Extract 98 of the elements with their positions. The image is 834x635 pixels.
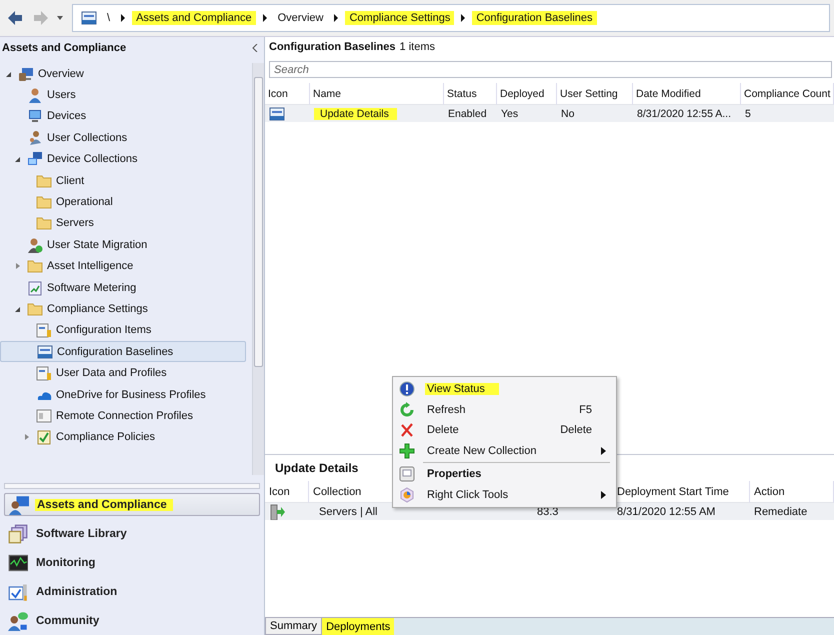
user-icon xyxy=(27,236,43,253)
user-computer-icon xyxy=(9,494,29,514)
document-icon xyxy=(81,10,97,26)
column-header[interactable]: Action xyxy=(750,481,834,503)
table-cell: Servers | All xyxy=(319,506,378,518)
details-title: Update Details xyxy=(274,460,360,477)
dropdown-icon[interactable] xyxy=(56,14,64,22)
settings-icon xyxy=(36,322,52,338)
column-header[interactable]: Deployed xyxy=(497,83,557,105)
tree-item[interactable]: User Data and Profiles xyxy=(0,362,252,384)
column-header[interactable]: Date Modified xyxy=(633,83,741,105)
chevron-icon[interactable] xyxy=(333,14,340,22)
collapse-icon[interactable] xyxy=(252,44,258,52)
tree-item[interactable]: Overview xyxy=(0,63,252,84)
tree-item[interactable]: OneDrive for Business Profiles xyxy=(0,384,252,406)
item-count: 1 items xyxy=(400,41,435,53)
menu-item[interactable]: Delete Delete xyxy=(393,420,616,440)
chevron-icon[interactable] xyxy=(262,14,268,22)
menu-item[interactable]: Refresh F5 xyxy=(393,400,616,420)
table-cell: Remediate xyxy=(754,506,808,518)
column-header[interactable]: Icon xyxy=(265,481,309,503)
menu-item[interactable]: Create New Collection xyxy=(393,440,616,461)
breadcrumb-item[interactable]: Compliance Settings xyxy=(345,11,454,25)
chevron-icon[interactable] xyxy=(460,14,466,22)
menu-item[interactable]: Right Click Tools xyxy=(393,484,616,505)
scrollbar[interactable] xyxy=(252,63,264,475)
stack-icon xyxy=(8,524,28,544)
document-icon xyxy=(37,344,53,360)
tree-item[interactable]: Compliance Settings xyxy=(0,298,252,320)
tree-item[interactable]: Software Metering xyxy=(0,276,252,298)
computer-icon xyxy=(27,108,43,124)
checklist-icon xyxy=(36,429,52,446)
table-cell: Enabled xyxy=(448,108,487,120)
table-cell: 8/31/2020 12:55 AM xyxy=(617,506,716,518)
chevron-icon[interactable] xyxy=(120,14,126,22)
tree-item[interactable]: Configuration Baselines xyxy=(0,341,246,362)
folder-icon xyxy=(36,194,52,210)
tree-item[interactable]: User Collections xyxy=(0,127,252,149)
folder-icon xyxy=(27,258,43,274)
settings-icon xyxy=(36,365,52,382)
server-arrow-icon xyxy=(269,504,285,520)
breadcrumb-item[interactable]: Assets and Compliance xyxy=(132,11,256,25)
tree-item[interactable]: Servers xyxy=(0,212,252,234)
breadcrumb-item[interactable]: Configuration Baselines xyxy=(472,11,597,25)
table-cell: Yes xyxy=(501,108,518,120)
breadcrumb-item[interactable]: \ xyxy=(103,11,114,25)
window-icon xyxy=(36,408,52,424)
workspace-item[interactable]: Community xyxy=(4,609,260,632)
tree-item[interactable]: Users xyxy=(0,84,252,106)
table-cell: No xyxy=(561,108,574,120)
users-icon xyxy=(27,130,43,146)
tree-item[interactable]: Device Collections xyxy=(0,148,252,170)
menu-item[interactable]: View Status xyxy=(393,379,616,400)
tab[interactable]: Summary xyxy=(265,618,322,635)
workspace-item[interactable]: Monitoring xyxy=(4,551,260,574)
hexagon-icon xyxy=(399,486,415,503)
monitor-icon xyxy=(8,552,28,572)
tree-item[interactable]: Devices xyxy=(0,106,252,128)
computer-icon xyxy=(18,66,34,82)
search-field[interactable]: Search xyxy=(269,61,832,78)
column-header[interactable]: Icon xyxy=(265,83,310,105)
workspace-item[interactable]: Software Library xyxy=(4,522,260,545)
info-icon xyxy=(399,381,415,398)
breadcrumb-item[interactable]: Overview xyxy=(274,11,328,25)
table-cell: 5 xyxy=(745,108,751,120)
folder-icon xyxy=(36,215,52,232)
list-title: Configuration Baselines xyxy=(269,41,396,53)
folder-icon xyxy=(27,300,43,317)
workspace-item[interactable]: Administration xyxy=(4,580,260,603)
column-header[interactable]: Compliance Count xyxy=(741,83,834,105)
tree-item[interactable]: Remote Connection Profiles xyxy=(0,405,252,427)
tree-item[interactable]: Compliance Policies xyxy=(0,426,252,448)
column-header[interactable]: User Setting xyxy=(557,83,633,105)
tree-item[interactable]: User State Migration xyxy=(0,234,252,256)
column-header[interactable]: Status xyxy=(444,83,497,105)
properties-icon xyxy=(399,466,415,482)
plus-icon xyxy=(399,442,415,459)
menu-item[interactable]: Properties xyxy=(393,464,616,484)
delete-icon xyxy=(399,422,415,438)
tree-item[interactable]: Asset Intelligence xyxy=(0,256,252,277)
shortcut-label: F5 xyxy=(579,404,592,416)
table-cell: Update Details xyxy=(314,108,397,120)
tree-item[interactable]: Configuration Items xyxy=(0,320,252,342)
workspace-item[interactable]: Assets and Compliance xyxy=(4,493,260,516)
table-cell: 8/31/2020 12:55 A... xyxy=(637,108,731,120)
pane-title: Assets and Compliance xyxy=(2,42,126,54)
user-chat-icon xyxy=(8,610,28,630)
tree-item[interactable]: Client xyxy=(0,170,252,192)
checklist-icon xyxy=(8,582,28,602)
shortcut-label: Delete xyxy=(560,424,592,436)
column-header[interactable]: Name xyxy=(310,83,444,105)
tab[interactable]: Deployments xyxy=(322,618,394,635)
folder-icon xyxy=(36,172,52,189)
meter-icon xyxy=(27,280,43,296)
tree-item[interactable]: Operational xyxy=(0,191,252,213)
refresh-icon xyxy=(399,402,415,418)
computers-icon xyxy=(27,151,43,168)
user-icon xyxy=(27,87,43,104)
